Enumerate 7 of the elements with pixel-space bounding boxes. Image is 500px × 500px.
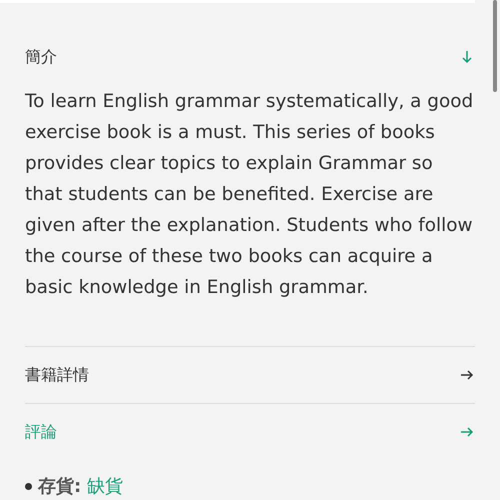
- stock-value: 缺貨: [87, 475, 124, 498]
- description-text: To learn English grammar systematically, a good exercise book is a must. This series of books provides clear topics to explain Grammar so that students can be benefited. Exercise are given after the explanation. Students who follow the course of these two books can acquire a basic knowledge in English grammar.: [25, 90, 474, 300]
- section-header[interactable]: 簡介: [25, 45, 475, 69]
- link-row[interactable]: 書籍詳情: [25, 347, 475, 403]
- scrollbar[interactable]: [493, 0, 497, 92]
- bullet-icon: [25, 482, 32, 490]
- stock-label: 存貨:: [38, 475, 82, 498]
